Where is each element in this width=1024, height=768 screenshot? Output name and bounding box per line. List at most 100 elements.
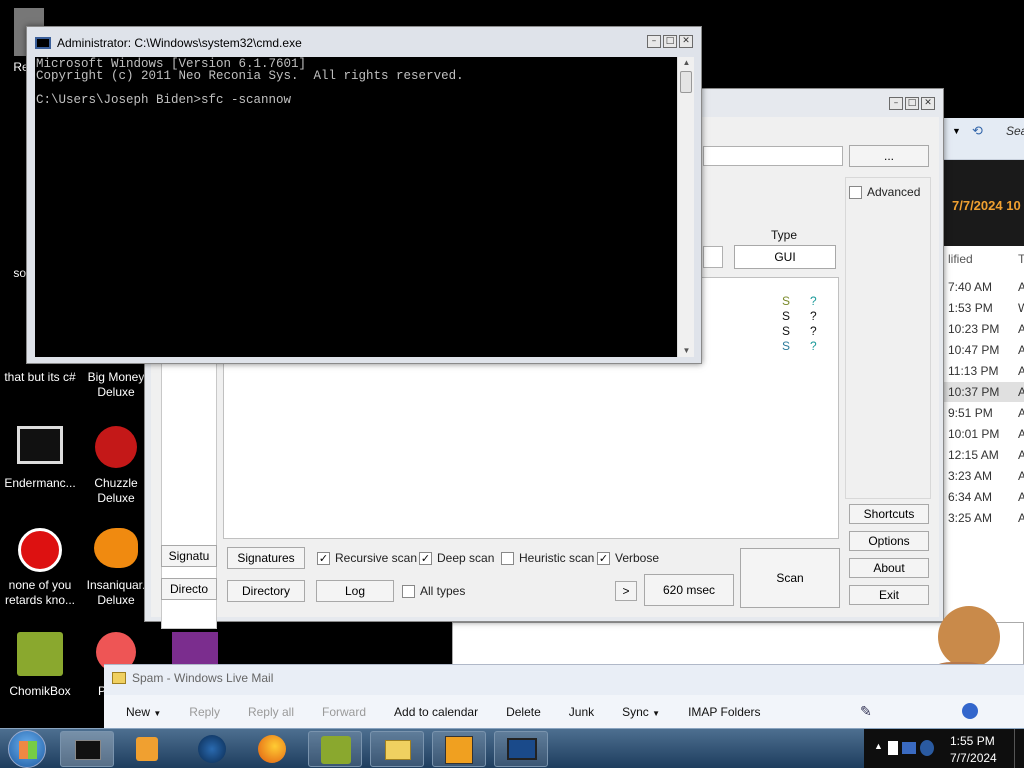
file-row-time[interactable]: 3:25 AM [948,511,992,525]
heuristic-scan-checkbox[interactable]: Heuristic scan [501,551,594,565]
scroll-thumb[interactable] [680,71,692,93]
console-output[interactable]: Microsoft Windows [Version 6.1.7601] Copy… [35,57,677,357]
about-button[interactable]: About [849,558,929,578]
file-row-time[interactable]: 6:34 AM [948,490,992,504]
start-button[interactable] [8,730,46,768]
close-icon[interactable]: ✕ [921,97,935,110]
search-box[interactable]: Sea [1006,124,1024,138]
file-row-type: W [1018,301,1024,315]
taskbar-globe-button[interactable] [186,731,240,767]
recursive-scan-checkbox[interactable]: ✓ Recursive scan [317,551,417,565]
directory-side-button[interactable]: Directo [161,578,217,600]
scroll-down-icon[interactable]: ▼ [678,345,695,357]
file-row-time[interactable]: 11:13 PM [948,364,998,378]
network-icon[interactable] [888,741,898,755]
file-row-type: A [1018,469,1024,483]
clock-time[interactable]: 1:55 PM [950,734,995,748]
chomikbox-icon [17,632,63,676]
taskbar-scanner-button[interactable] [432,731,486,767]
type-filter-field[interactable]: GUI [734,245,836,269]
reply-button[interactable]: Reply [175,705,234,719]
file-row-time[interactable]: 10:01 PM [948,427,999,441]
desktop-icon-csharp[interactable]: that but its c# [0,370,80,385]
browse-button[interactable]: ... [849,145,929,167]
taskbar-cmd-button[interactable] [60,731,114,767]
heuristic-check-box[interactable] [501,551,514,565]
signatures-side-button[interactable]: Signatu [161,545,217,567]
display-icon[interactable] [902,742,916,754]
file-row-time[interactable]: 10:47 PM [948,343,999,357]
file-row-type: A [1018,448,1024,462]
media-player-icon [136,737,158,761]
close-icon[interactable]: ✕ [679,35,693,48]
column-modified[interactable]: lified [948,252,973,266]
forward-button[interactable]: Forward [308,705,380,719]
mail-titlebar[interactable]: Spam - Windows Live Mail [112,671,273,685]
taskbar-mail-button[interactable] [370,731,424,767]
directory-button[interactable]: Directory [227,580,305,602]
dropdown-arrow-icon[interactable]: ▼ [952,126,961,136]
minimize-icon[interactable]: – [889,97,903,110]
mail-icon [385,740,411,760]
verbose-checkbox[interactable]: ✓ Verbose [597,551,659,565]
all-types-checkbox[interactable]: All types [402,584,465,598]
exit-button[interactable]: Exit [849,585,929,605]
deep-scan-checkbox[interactable]: ✓ Deep scan [419,551,494,565]
log-button[interactable]: Log [316,580,394,602]
sync-button[interactable]: Sync ▼ [608,705,674,719]
reply-all-button[interactable]: Reply all [234,705,308,719]
new-button[interactable]: New ▼ [104,705,175,719]
minimize-icon[interactable]: – [647,35,661,48]
cmd-scrollbar[interactable]: ▲ ▼ [677,57,694,357]
taskbar-chomikbox-button[interactable] [308,731,362,767]
result-row[interactable]: S? [782,294,817,308]
show-hidden-icons-icon[interactable]: ▲ [874,741,883,751]
file-row-time[interactable]: 12:15 AM [948,448,999,462]
deep-check-box[interactable]: ✓ [419,551,432,565]
shortcuts-button[interactable]: Shortcuts [849,504,929,524]
file-row-time[interactable]: 3:23 AM [948,469,992,483]
result-row[interactable]: S? [782,309,817,323]
verbose-check-box[interactable]: ✓ [597,551,610,565]
taskbar-firefox-button[interactable] [246,731,300,767]
explorer-date-header: 7/7/2024 10 [952,198,1021,213]
cmd-titlebar[interactable]: Administrator: C:\Windows\system32\cmd.e… [27,27,701,59]
scan-button[interactable]: Scan [740,548,840,608]
path-input[interactable] [703,146,843,166]
options-button[interactable]: Options [849,531,929,551]
scroll-up-icon[interactable]: ▲ [678,57,695,69]
column-type[interactable]: T [1018,252,1024,266]
imap-folders-button[interactable]: IMAP Folders [674,705,774,719]
maximize-icon[interactable]: □ [905,97,919,110]
advanced-panel [845,177,931,499]
desktop-icon-none-of-you[interactable]: none of you retards kno... [0,528,80,608]
junk-button[interactable]: Junk [555,705,608,719]
all-types-check-box[interactable] [402,584,415,598]
file-row-time[interactable]: 9:51 PM [948,406,993,420]
file-row-time[interactable]: 10:37 PM [948,385,999,399]
taskbar-monitor-button[interactable] [494,731,548,767]
add-to-calendar-button[interactable]: Add to calendar [380,705,492,719]
name-filter-input[interactable] [703,246,723,268]
chevron-down-icon: ▼ [652,709,661,718]
delete-button[interactable]: Delete [492,705,555,719]
help-icon[interactable] [962,703,978,719]
result-row[interactable]: S? [782,324,817,338]
recursive-check-box[interactable]: ✓ [317,551,330,565]
brush-icon[interactable]: ✎ [860,703,872,720]
signatures-button[interactable]: Signatures [227,547,305,569]
explorer-toolbar: ▼ ⟲ Sea [940,118,1024,160]
file-row-time[interactable]: 10:23 PM [948,322,999,336]
clock-date[interactable]: 7/7/2024 [950,751,997,765]
system-tray: ▲ 1:55 PM 7/7/2024 [864,729,1024,768]
volume-icon[interactable] [920,740,934,756]
refresh-icon[interactable]: ⟲ [972,123,983,139]
show-desktop-button[interactable] [1014,729,1024,768]
file-row-time[interactable]: 1:53 PM [948,301,993,315]
maximize-icon[interactable]: □ [663,35,677,48]
arrow-button[interactable]: > [615,581,637,601]
desktop-icon-endermanch[interactable]: Endermanc... [0,426,80,491]
file-row-time[interactable]: 7:40 AM [948,280,992,294]
result-row[interactable]: S? [782,339,817,353]
taskbar-media-button[interactable] [120,731,174,767]
